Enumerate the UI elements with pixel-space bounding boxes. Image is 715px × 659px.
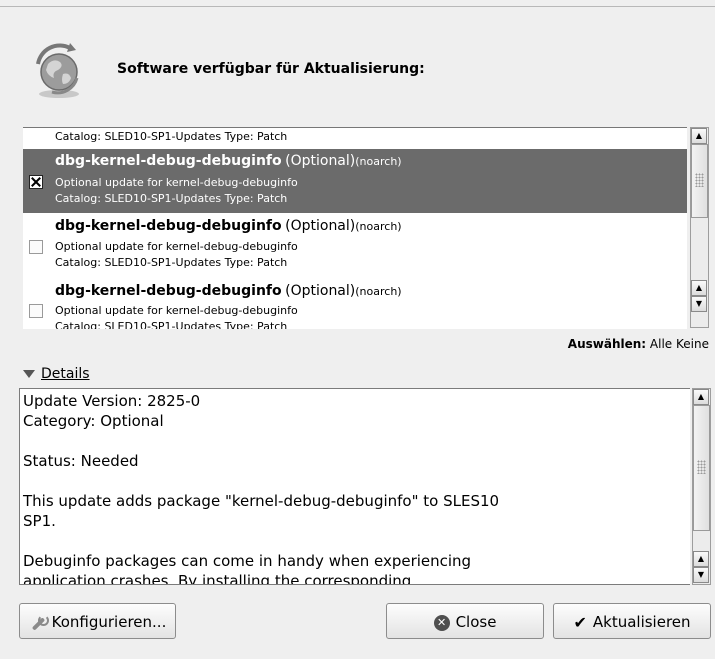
scroll-down-icon[interactable]: ▼ <box>691 296 707 312</box>
scroll-thumb[interactable] <box>691 144 708 218</box>
scroll-thumb[interactable] <box>693 405 710 531</box>
select-none-link[interactable]: Keine <box>676 337 709 351</box>
checkbox-checked[interactable] <box>29 175 43 189</box>
grip-icon <box>697 460 706 474</box>
checkbox[interactable] <box>29 304 43 318</box>
patch-name: dbg-kernel-debug-debuginfo <box>55 283 282 299</box>
select-row: Auswählen: Alle Keine <box>568 337 709 351</box>
update-button[interactable]: ✔ Aktualisieren <box>553 603 711 639</box>
patch-arch: (noarch) <box>355 285 402 298</box>
catalog-text: Catalog: SLED10-SP1-Updates Type: Patch <box>55 256 288 269</box>
list-item[interactable]: dbg-kernel-debug-debuginfo (Optional)(no… <box>23 149 687 213</box>
patch-arch: (noarch) <box>355 220 402 233</box>
patch-kind: (Optional) <box>285 283 356 299</box>
details-label: Details <box>41 366 90 382</box>
patch-kind: (Optional) <box>285 218 356 234</box>
scroll-up-icon[interactable]: ▲ <box>693 551 709 567</box>
select-label: Auswählen: <box>567 337 647 351</box>
scroll-up-icon[interactable]: ▲ <box>691 128 707 144</box>
details-textview[interactable]: Update Version: 2825-0 Category: Optiona… <box>19 388 690 585</box>
list-item-partial[interactable]: Catalog: SLED10-SP1-Updates Type: Patch <box>23 128 687 148</box>
patch-name: dbg-kernel-debug-debuginfo <box>55 153 282 169</box>
details-scrollbar[interactable]: ▲ ▲ ▼ <box>692 388 711 585</box>
list-item[interactable]: dbg-kernel-debug-debuginfo (Optional)(no… <box>23 214 687 278</box>
patch-arch: (noarch) <box>355 155 402 168</box>
configure-button[interactable]: Konfigurieren... <box>19 603 176 639</box>
patch-kind: (Optional) <box>285 153 356 169</box>
close-icon: ✕ <box>433 614 450 631</box>
globe-update-icon <box>30 42 88 100</box>
details-expander[interactable]: Details <box>23 366 90 382</box>
patch-description: Optional update for kernel-debug-debugin… <box>55 240 298 253</box>
page-title: Software verfügbar für Aktualisierung: <box>117 61 425 77</box>
list-item[interactable]: dbg-kernel-debug-debuginfo (Optional)(no… <box>23 279 687 329</box>
update-label: Aktualisieren <box>592 613 691 631</box>
scroll-up-icon[interactable]: ▲ <box>693 389 709 405</box>
catalog-text: Catalog: SLED10-SP1-Updates Type: Patch <box>55 192 288 205</box>
checkbox[interactable] <box>29 240 43 254</box>
header: Software verfügbar für Aktualisierung: <box>0 7 715 107</box>
patch-list[interactable]: Catalog: SLED10-SP1-Updates Type: Patch … <box>23 127 687 329</box>
scroll-down-icon[interactable]: ▼ <box>693 567 709 583</box>
catalog-text: Catalog: SLED10-SP1-Updates Type: Patch <box>55 130 288 143</box>
scroll-up-icon[interactable]: ▲ <box>691 280 707 296</box>
catalog-text: Catalog: SLED10-SP1-Updates Type: Patch <box>55 320 288 329</box>
configure-label: Konfigurieren... <box>51 613 167 631</box>
list-scrollbar[interactable]: ▲ ▲ ▼ <box>690 127 709 328</box>
patch-description: Optional update for kernel-debug-debugin… <box>55 176 298 189</box>
wrench-icon <box>29 614 49 631</box>
select-all-link[interactable]: Alle <box>650 337 672 351</box>
grip-icon <box>695 173 704 187</box>
expander-arrow-icon <box>23 370 35 378</box>
checkmark-icon: ✔ <box>573 612 587 632</box>
details-text: Update Version: 2825-0 Category: Optiona… <box>23 392 500 585</box>
patch-description: Optional update for kernel-debug-debugin… <box>55 304 298 317</box>
close-label: Close <box>455 613 497 631</box>
close-button[interactable]: ✕ Close <box>386 603 544 639</box>
patch-name: dbg-kernel-debug-debuginfo <box>55 218 282 234</box>
